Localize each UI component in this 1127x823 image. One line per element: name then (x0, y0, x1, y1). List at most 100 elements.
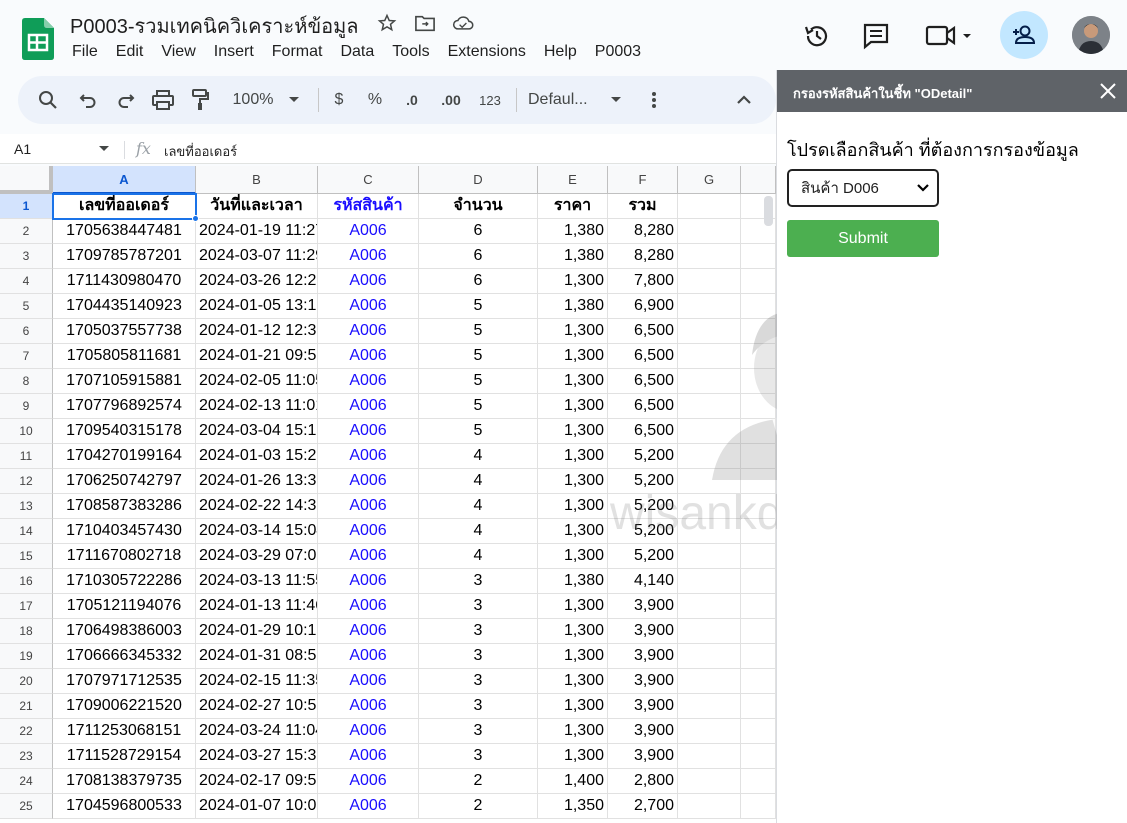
format-percent-button[interactable]: % (364, 88, 386, 112)
print-icon[interactable] (150, 88, 176, 112)
table-cell[interactable]: 3 (419, 669, 538, 694)
undo-icon[interactable] (76, 88, 100, 112)
column-header-e[interactable]: E (538, 166, 608, 194)
row-header[interactable]: 4 (0, 269, 53, 294)
table-cell[interactable]: 2024-01-05 13:12 (196, 294, 318, 319)
table-cell[interactable]: 6,900 (608, 294, 678, 319)
table-cell[interactable]: 3 (419, 744, 538, 769)
table-cell[interactable]: 2,700 (608, 794, 678, 819)
table-cell[interactable] (678, 594, 741, 619)
table-cell[interactable]: A006 (318, 619, 419, 644)
table-cell[interactable]: A006 (318, 469, 419, 494)
table-cell[interactable]: 2024-03-13 11:55 (196, 569, 318, 594)
table-cell[interactable]: 1704435140923 (53, 294, 196, 319)
table-cell[interactable] (741, 594, 776, 619)
font-family-select[interactable]: Defaul... (528, 88, 598, 112)
menu-view[interactable]: View (161, 43, 195, 61)
table-cell[interactable]: 5,200 (608, 444, 678, 469)
table-cell[interactable] (678, 744, 741, 769)
table-cell[interactable]: 1,300 (538, 269, 608, 294)
row-header[interactable]: 24 (0, 769, 53, 794)
table-cell[interactable]: 1,300 (538, 519, 608, 544)
sheets-logo-icon[interactable] (22, 18, 54, 60)
table-cell[interactable]: A006 (318, 444, 419, 469)
table-cell[interactable]: 2024-01-21 09:56 (196, 344, 318, 369)
table-cell[interactable]: 1708587383286 (53, 494, 196, 519)
table-cell[interactable]: 5 (419, 419, 538, 444)
row-header[interactable]: 2 (0, 219, 53, 244)
zoom-value[interactable]: 100% (228, 88, 278, 112)
table-cell[interactable]: 2024-01-12 12:32 (196, 319, 318, 344)
column-header-d[interactable]: D (419, 166, 538, 194)
table-cell[interactable]: 1,350 (538, 794, 608, 819)
table-cell[interactable] (678, 219, 741, 244)
table-cell[interactable]: 2024-01-07 10:06 (196, 794, 318, 819)
table-cell[interactable]: A006 (318, 344, 419, 369)
menu-format[interactable]: Format (272, 43, 323, 61)
table-cell[interactable]: A006 (318, 394, 419, 419)
redo-icon[interactable] (114, 88, 138, 112)
column-header-f[interactable]: F (608, 166, 678, 194)
table-cell[interactable]: 1709540315178 (53, 419, 196, 444)
table-cell[interactable]: 1,300 (538, 394, 608, 419)
row-header[interactable]: 20 (0, 669, 53, 694)
table-cell[interactable]: 7,800 (608, 269, 678, 294)
table-cell[interactable]: 4 (419, 469, 538, 494)
table-cell[interactable]: 3,900 (608, 619, 678, 644)
row-header[interactable]: 13 (0, 494, 53, 519)
table-cell[interactable]: 6 (419, 244, 538, 269)
table-cell[interactable] (678, 244, 741, 269)
table-cell[interactable]: 2024-01-29 10:19 (196, 619, 318, 644)
table-cell[interactable] (741, 569, 776, 594)
table-cell[interactable]: 1,400 (538, 769, 608, 794)
table-cell[interactable]: 1,300 (538, 344, 608, 369)
table-cell[interactable] (678, 619, 741, 644)
table-cell[interactable]: 6,500 (608, 319, 678, 344)
table-cell[interactable] (741, 544, 776, 569)
header-cell[interactable] (678, 194, 741, 219)
table-cell[interactable] (741, 794, 776, 819)
table-cell[interactable]: 2024-03-29 07:06 (196, 544, 318, 569)
table-cell[interactable]: 6,500 (608, 369, 678, 394)
table-cell[interactable]: 2024-01-26 13:32 (196, 469, 318, 494)
row-header[interactable]: 1 (0, 194, 53, 219)
menu-data[interactable]: Data (340, 43, 374, 61)
table-cell[interactable]: 1706666345332 (53, 644, 196, 669)
table-cell[interactable]: 2024-02-13 11:01 (196, 394, 318, 419)
table-cell[interactable]: 1705638447481 (53, 219, 196, 244)
menu-tools[interactable]: Tools (392, 43, 429, 61)
table-cell[interactable]: 1,300 (538, 419, 608, 444)
table-cell[interactable]: 2024-02-22 14:36 (196, 494, 318, 519)
table-cell[interactable]: A006 (318, 244, 419, 269)
table-cell[interactable]: 1,300 (538, 744, 608, 769)
table-cell[interactable]: A006 (318, 569, 419, 594)
table-cell[interactable] (741, 269, 776, 294)
zoom-dropdown-icon[interactable] (284, 88, 304, 112)
table-cell[interactable]: 5 (419, 319, 538, 344)
table-cell[interactable]: 1711430980470 (53, 269, 196, 294)
menu-p0003[interactable]: P0003 (595, 43, 641, 61)
row-header[interactable]: 6 (0, 319, 53, 344)
table-cell[interactable]: 1704596800533 (53, 794, 196, 819)
table-cell[interactable]: A006 (318, 269, 419, 294)
row-header[interactable]: 5 (0, 294, 53, 319)
menu-help[interactable]: Help (544, 43, 577, 61)
close-icon[interactable] (1097, 80, 1119, 102)
table-cell[interactable]: 5 (419, 369, 538, 394)
table-cell[interactable]: 1706498386003 (53, 619, 196, 644)
table-cell[interactable]: 6,500 (608, 394, 678, 419)
table-cell[interactable]: 2024-01-03 15:23 (196, 444, 318, 469)
header-cell[interactable]: รวม (608, 194, 678, 219)
table-cell[interactable]: A006 (318, 494, 419, 519)
table-cell[interactable]: 1707796892574 (53, 394, 196, 419)
row-header[interactable]: 23 (0, 744, 53, 769)
table-cell[interactable]: 1,380 (538, 244, 608, 269)
decrease-decimal-button[interactable]: .0 (398, 88, 426, 112)
table-cell[interactable]: A006 (318, 594, 419, 619)
meet-video-icon[interactable] (925, 22, 975, 50)
share-button[interactable] (1000, 11, 1048, 59)
table-cell[interactable] (678, 769, 741, 794)
header-cell[interactable]: เลขที่ออเดอร์ (53, 194, 196, 219)
table-cell[interactable]: 3,900 (608, 669, 678, 694)
table-cell[interactable]: 4 (419, 444, 538, 469)
